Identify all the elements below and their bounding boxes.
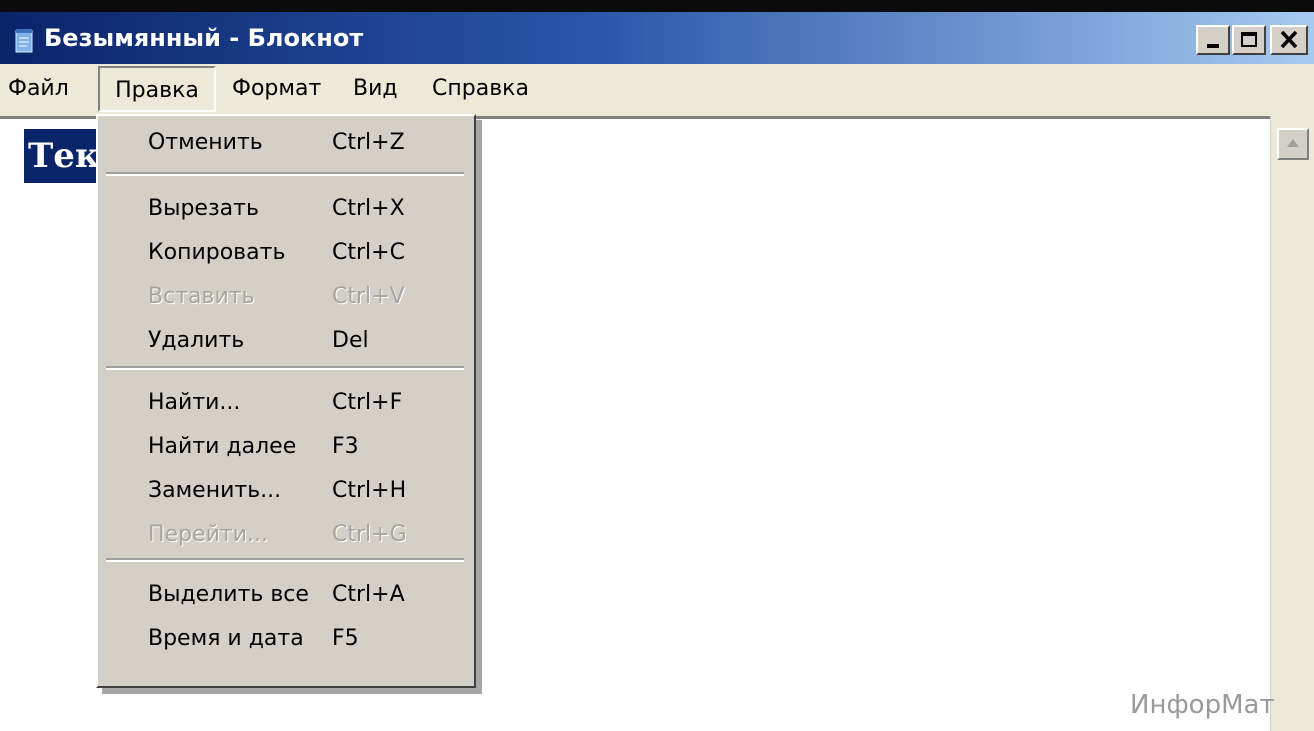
menu-item-shortcut: F3 [332, 434, 359, 459]
menu-item-label: Перейти... [148, 522, 268, 547]
menu-item-shortcut: Ctrl+F [332, 390, 403, 415]
menu-item-label: Найти... [148, 390, 241, 415]
menu-item-shortcut: Ctrl+V [332, 284, 405, 309]
menu-item-goto: Перейти... Ctrl+G [98, 514, 474, 558]
vertical-scrollbar[interactable] [1270, 116, 1314, 731]
menu-item-label: Заменить... [148, 478, 282, 503]
maximize-button[interactable] [1232, 25, 1266, 55]
notepad-window: Безымянный - Блокнот Файл Правка Формат … [0, 0, 1314, 731]
menu-item-label: Найти далее [148, 434, 297, 459]
menu-item-label: Копировать [148, 240, 286, 265]
menu-item-shortcut: Ctrl+A [332, 582, 405, 607]
menu-item-shortcut: F5 [332, 626, 359, 651]
menu-item-copy[interactable]: Копировать Ctrl+C [98, 232, 474, 276]
menu-item-replace[interactable]: Заменить... Ctrl+H [98, 470, 474, 514]
menu-item-label: Отменить [148, 130, 263, 155]
menu-bar: Файл Правка Формат Вид Справка [0, 64, 1314, 116]
menu-item-shortcut: Ctrl+H [332, 478, 407, 503]
menu-item-find[interactable]: Найти... Ctrl+F [98, 382, 474, 426]
menu-item-cut[interactable]: Вырезать Ctrl+X [98, 188, 474, 232]
minimize-icon [1207, 44, 1219, 48]
menu-item-undo[interactable]: Отменить Ctrl+Z [98, 122, 474, 166]
menu-item-shortcut: Del [332, 328, 369, 353]
menu-item-label: Время и дата [148, 626, 304, 651]
menu-format[interactable]: Формат [232, 64, 321, 114]
menu-item-paste: Вставить Ctrl+V [98, 276, 474, 320]
menu-item-select-all[interactable]: Выделить все Ctrl+A [98, 574, 474, 618]
scroll-up-button[interactable] [1277, 128, 1309, 160]
menu-item-find-next[interactable]: Найти далее F3 [98, 426, 474, 470]
menu-item-shortcut: Ctrl+Z [332, 130, 405, 155]
notepad-icon [15, 29, 33, 53]
menu-edit[interactable]: Правка [98, 66, 216, 112]
watermark: ИнфорМат [1130, 690, 1275, 720]
menu-file[interactable]: Файл [8, 64, 69, 114]
menu-item-time-date[interactable]: Время и дата F5 [98, 618, 474, 662]
minimize-button[interactable] [1196, 25, 1230, 55]
edit-menu-dropdown: Отменить Ctrl+Z Вырезать Ctrl+X Копирова… [96, 114, 476, 688]
menu-item-shortcut: Ctrl+X [332, 196, 405, 221]
window-top-border [0, 0, 1314, 12]
menu-separator [106, 172, 464, 176]
title-bar[interactable]: Безымянный - Блокнот [0, 12, 1314, 64]
menu-item-delete[interactable]: Удалить Del [98, 320, 474, 364]
menu-separator [106, 558, 464, 562]
selected-text[interactable]: Тек [24, 129, 104, 183]
maximize-icon [1241, 32, 1257, 47]
menu-item-shortcut: Ctrl+C [332, 240, 405, 265]
menu-item-shortcut: Ctrl+G [332, 522, 407, 547]
menu-help[interactable]: Справка [432, 64, 529, 114]
close-icon [1280, 30, 1298, 49]
menu-item-label: Вырезать [148, 196, 259, 221]
close-button[interactable] [1270, 25, 1308, 55]
arrow-up-icon [1287, 139, 1299, 147]
menu-view[interactable]: Вид [353, 64, 398, 114]
menu-item-label: Вставить [148, 284, 255, 309]
menu-separator [106, 366, 464, 370]
menu-item-label: Удалить [148, 328, 245, 353]
window-title: Безымянный - Блокнот [44, 24, 364, 52]
menu-item-label: Выделить все [148, 582, 309, 607]
